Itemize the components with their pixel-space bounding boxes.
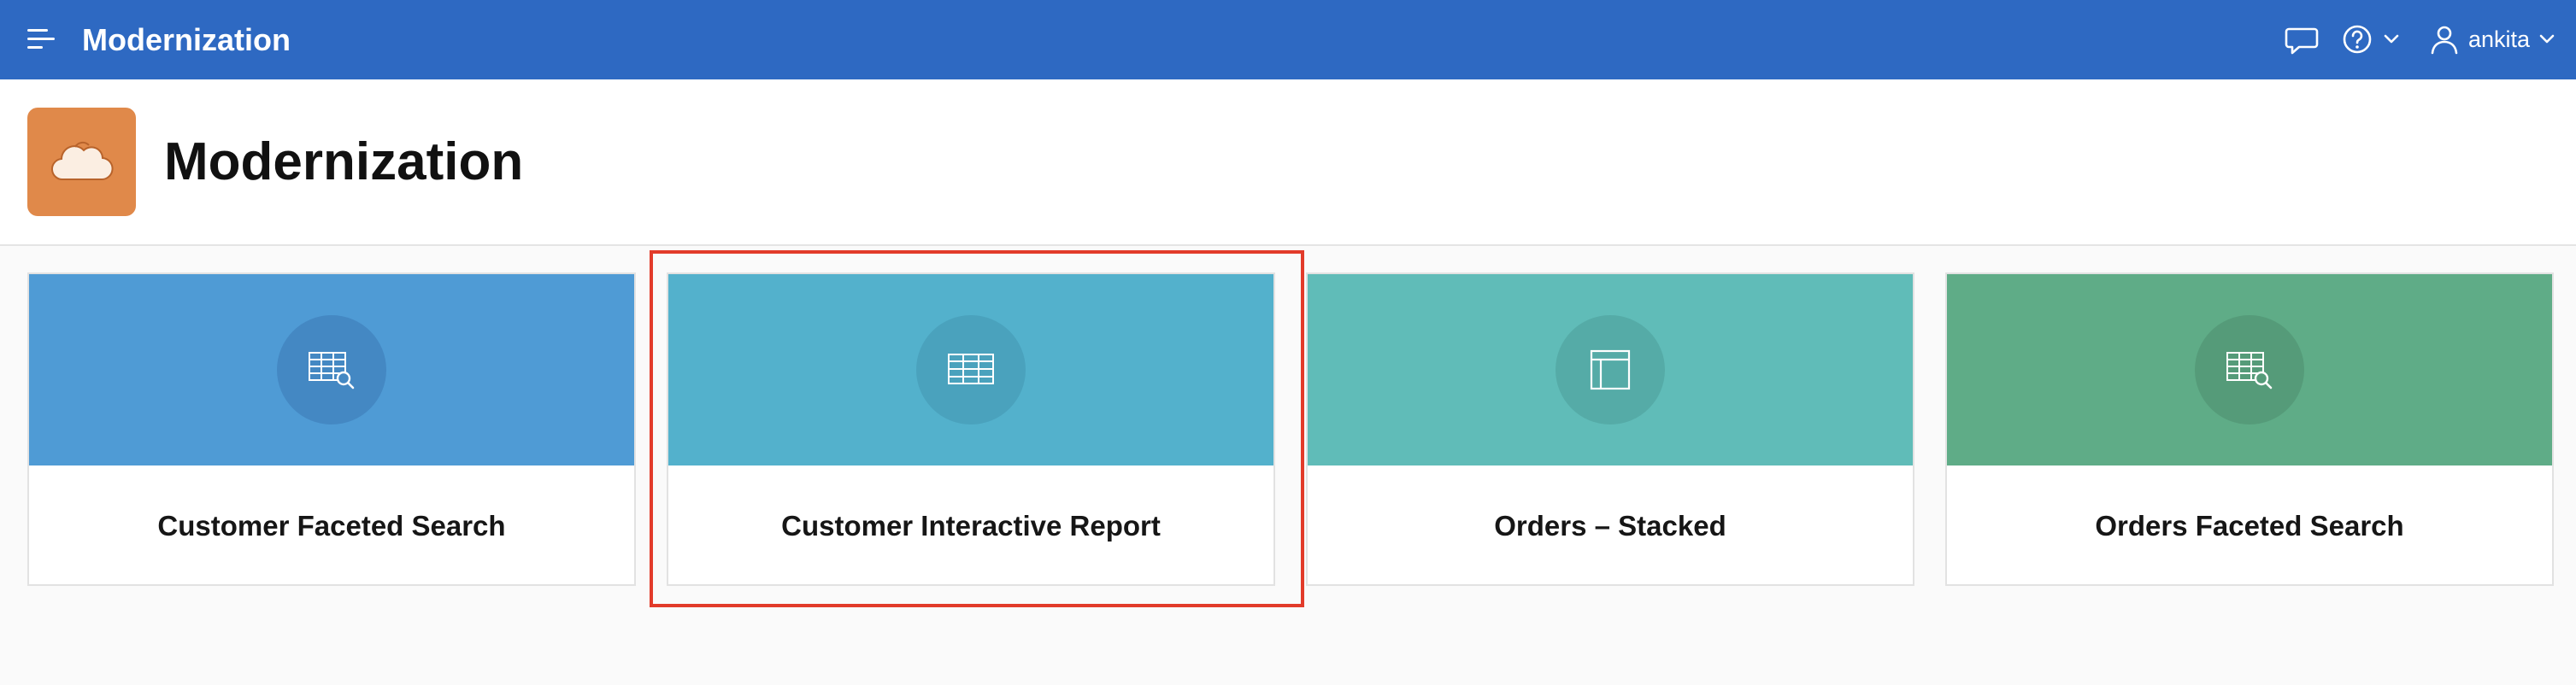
help-menu-button[interactable] — [2340, 22, 2402, 56]
table-icon — [948, 354, 994, 384]
table-search-icon — [309, 352, 355, 389]
card-title: Customer Faceted Search — [157, 509, 506, 542]
card-title: Orders Faceted Search — [2095, 509, 2404, 542]
app-name-link[interactable]: Modernization — [82, 0, 291, 79]
card-orders-faceted-search[interactable]: Orders Faceted Search — [1945, 272, 2554, 586]
page-title: Modernization — [164, 132, 524, 191]
username-label: ankita — [2468, 26, 2531, 52]
card-header — [29, 274, 634, 465]
card-body: Customer Faceted Search — [29, 465, 634, 586]
card-header — [1308, 274, 1913, 465]
card-header — [668, 274, 1273, 465]
card-icon-circle — [1556, 315, 1665, 424]
chevron-down-icon — [2539, 34, 2555, 44]
card-customer-faceted-search[interactable]: Customer Faceted Search — [27, 272, 636, 586]
card-title: Orders – Stacked — [1494, 509, 1726, 542]
cloud-icon — [51, 141, 114, 181]
card-body: Customer Interactive Report — [668, 465, 1273, 586]
card-icon-circle — [2195, 315, 2304, 424]
card-icon-circle — [277, 315, 386, 424]
layout-icon — [1590, 349, 1631, 390]
card-orders-stacked[interactable]: Orders – Stacked — [1306, 272, 1914, 586]
chat-icon[interactable] — [2284, 22, 2320, 56]
help-icon — [2343, 25, 2372, 54]
card-icon-circle — [916, 315, 1026, 424]
card-header — [1947, 274, 2552, 465]
table-search-icon — [2226, 352, 2273, 389]
title-region: Modernization — [0, 79, 2576, 246]
menu-icon[interactable] — [26, 26, 56, 53]
card-customer-interactive-report[interactable]: Customer Interactive Report — [667, 272, 1275, 586]
top-navigation-bar: Modernization ankita — [0, 0, 2576, 79]
chevron-down-icon — [2384, 34, 2399, 44]
card-body: Orders Faceted Search — [1947, 465, 2552, 586]
card-body: Orders – Stacked — [1308, 465, 1913, 586]
card-title: Customer Interactive Report — [781, 509, 1161, 542]
user-icon — [2431, 26, 2458, 55]
app-logo — [27, 108, 136, 216]
